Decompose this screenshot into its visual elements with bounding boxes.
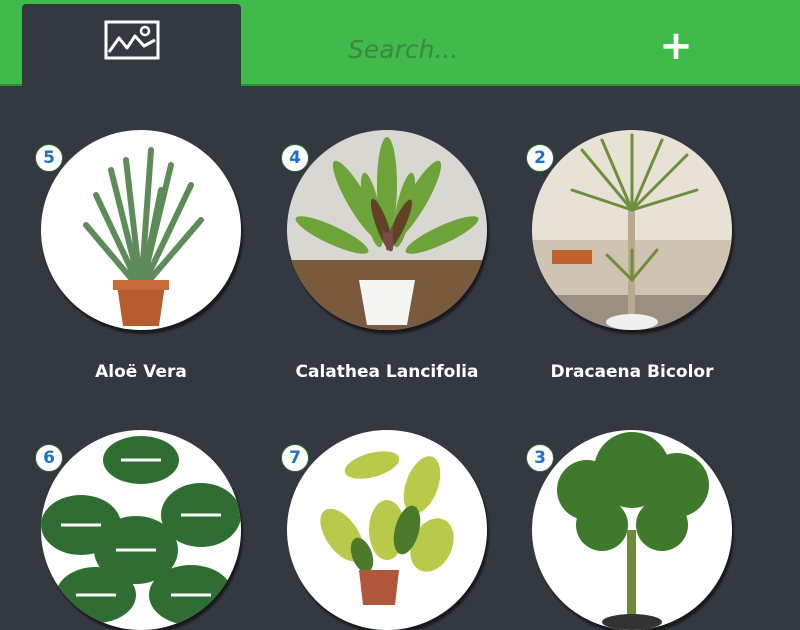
plant-name: Calathea Lancifolia xyxy=(295,362,479,382)
calathea-photo xyxy=(287,130,487,330)
count-badge: 4 xyxy=(281,144,309,172)
count-badge: 2 xyxy=(526,144,554,172)
dracaena-photo xyxy=(532,130,732,330)
aloe-vera-photo xyxy=(41,130,241,330)
plant-name: Aloë Vera xyxy=(95,362,187,382)
add-plant-button[interactable]: + xyxy=(652,22,700,70)
count-badge: 7 xyxy=(281,444,309,472)
schefflera-photo xyxy=(532,430,732,630)
search-input[interactable] xyxy=(346,28,550,70)
count-badge: 3 xyxy=(526,444,554,472)
philodendron-photo xyxy=(287,430,487,630)
count-badge: 5 xyxy=(35,144,63,172)
plant-name: Dracaena Bicolor xyxy=(550,362,714,382)
count-badge: 6 xyxy=(35,444,63,472)
image-icon xyxy=(104,20,159,60)
gallery-tab[interactable] xyxy=(22,4,241,88)
monstera-photo xyxy=(41,430,241,630)
